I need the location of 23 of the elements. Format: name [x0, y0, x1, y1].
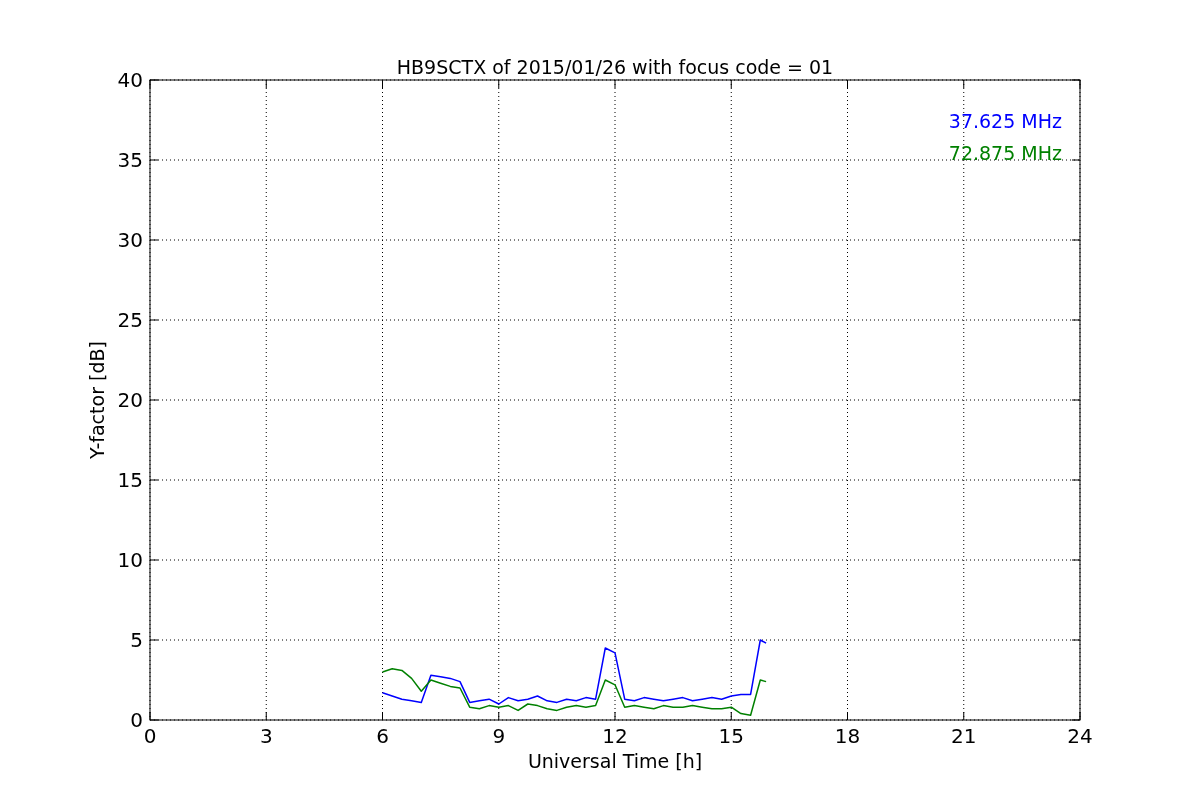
y-tick-label: 15 [117, 468, 143, 492]
y-tick-label: 30 [117, 228, 143, 252]
y-tick-label: 40 [117, 68, 143, 92]
y-tick-label: 5 [130, 628, 143, 652]
x-tick-label: 12 [602, 724, 628, 748]
x-tick-label: 9 [492, 724, 506, 748]
x-tick-label: 24 [1067, 724, 1093, 748]
chart-title: HB9SCTX of 2015/01/26 with focus code = 01 [396, 56, 834, 78]
x-tick-label: 18 [834, 724, 861, 748]
x-tick-label: 3 [259, 724, 273, 748]
y-tick-label: 20 [117, 388, 143, 412]
x-tick-label: 21 [951, 724, 977, 748]
y-tick-label: 35 [117, 148, 143, 172]
legend-label: 72.875 MHz [948, 142, 1062, 164]
y-tick-label: 0 [130, 708, 143, 732]
y-axis-label: Y-factor [dB] [86, 341, 108, 459]
y-tick-label: 10 [117, 548, 143, 572]
x-tick-label: 15 [718, 724, 744, 748]
y-tick-label: 25 [117, 308, 143, 332]
x-tick-label: 0 [143, 724, 157, 748]
legend-label: 37.625 MHz [948, 110, 1062, 132]
x-tick-label: 6 [376, 724, 389, 748]
x-axis-label: Universal Time [h] [527, 750, 703, 772]
